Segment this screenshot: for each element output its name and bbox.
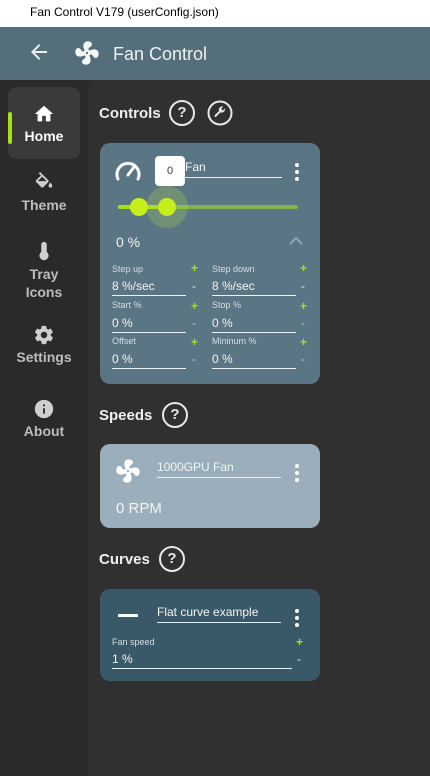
sidebar-item-settings[interactable]: Settings [8,324,80,368]
curves-help-icon[interactable]: ? [159,546,185,572]
section-title-curves: Curves [99,551,150,568]
start-field[interactable]: 0 % [112,316,186,333]
step-down-increase-button[interactable]: + [300,261,307,275]
speedometer-icon [115,161,141,181]
stop-decrease-button[interactable]: - [301,316,305,330]
fan-speed-decrease-button[interactable]: - [297,652,301,666]
curve-menu-icon[interactable] [294,609,300,627]
field-label: Stop % [212,300,242,310]
fan-icon [75,41,99,65]
sidebar-item-label: About [23,423,65,439]
control-card: Fan 0 0 % Step up + 8 %/sec - Step down … [100,143,320,384]
field-label: Step down [212,264,255,274]
speeds-help-icon[interactable]: ? [162,402,188,428]
offset-increase-button[interactable]: + [191,335,198,349]
minimum-decrease-button[interactable]: - [301,352,305,366]
minimum-increase-button[interactable]: + [300,335,307,349]
curve-card: Flat curve example Fan speed + 1 % - [100,589,320,681]
paint-bucket-icon [35,172,53,188]
field-label: Mininum % [212,336,257,346]
sidebar-item-label: Settings [16,349,72,365]
step-down-decrease-button[interactable]: - [301,279,305,293]
controls-help-icon[interactable]: ? [169,100,195,126]
control-slider[interactable] [118,186,298,228]
stop-field[interactable]: 0 % [212,316,296,333]
sidebar-item-theme[interactable]: Theme [8,172,80,220]
slider-tooltip-value: 0 [166,165,174,177]
sidebar-item-label: Home [24,128,64,144]
start-increase-button[interactable]: + [191,299,198,313]
chevron-up-icon[interactable] [288,235,304,247]
step-up-field[interactable]: 8 %/sec [112,279,186,296]
field-label: Offset [112,336,136,346]
section-title-speeds: Speeds [99,407,153,424]
section-title-controls: Controls [99,105,161,122]
start-decrease-button[interactable]: - [192,316,196,330]
sidebar-item-tray-icons[interactable]: Tray Icons [8,240,80,300]
gear-icon [34,325,53,345]
slider-tooltip: 0 [155,156,185,186]
window-titlebar: Fan Control V179 (userConfig.json) [0,0,430,27]
thermometer-icon [39,241,49,261]
flat-curve-icon [118,614,138,617]
stop-increase-button[interactable]: + [300,299,307,313]
fan-speed-increase-button[interactable]: + [296,635,303,649]
wrench-icon[interactable] [207,100,233,126]
sidebar-item-label: Tray Icons [25,266,63,300]
app-bar: Fan Control [0,27,430,80]
sidebar-item-about[interactable]: About [8,398,80,442]
speed-value: 0 RPM [116,500,162,517]
window-title: Fan Control V179 (userConfig.json) [30,5,219,19]
control-menu-icon[interactable] [294,163,300,181]
sidebar: Home Theme Tray Icons Settings About [0,80,88,776]
fan-speed-label: Fan speed [112,637,155,647]
fan-speed-field[interactable]: 1 % [112,652,292,669]
speed-card: 1000GPU Fan 0 RPM [100,444,320,528]
step-up-decrease-button[interactable]: - [192,279,196,293]
step-down-field[interactable]: 8 %/sec [212,279,296,296]
field-label: Start % [112,300,142,310]
control-value: 0 % [116,234,141,250]
speed-name-field[interactable]: 1000GPU Fan [157,460,281,478]
active-indicator [8,112,12,144]
speed-menu-icon[interactable] [294,464,300,482]
sidebar-item-home[interactable]: Home [8,87,80,159]
offset-field[interactable]: 0 % [112,352,186,369]
fan-icon [116,459,140,483]
curve-name-field[interactable]: Flat curve example [157,605,281,623]
app-title: Fan Control [113,44,208,64]
arrow-left-icon[interactable] [27,40,51,64]
offset-decrease-button[interactable]: - [192,352,196,366]
home-icon [34,105,54,122]
info-icon [34,399,54,419]
step-up-increase-button[interactable]: + [191,261,198,275]
control-name-field[interactable]: Fan [185,160,282,178]
field-label: Step up [112,264,144,274]
slider-thumb[interactable] [158,198,176,216]
minimum-field[interactable]: 0 % [212,352,296,369]
sidebar-item-label: Theme [21,197,67,213]
